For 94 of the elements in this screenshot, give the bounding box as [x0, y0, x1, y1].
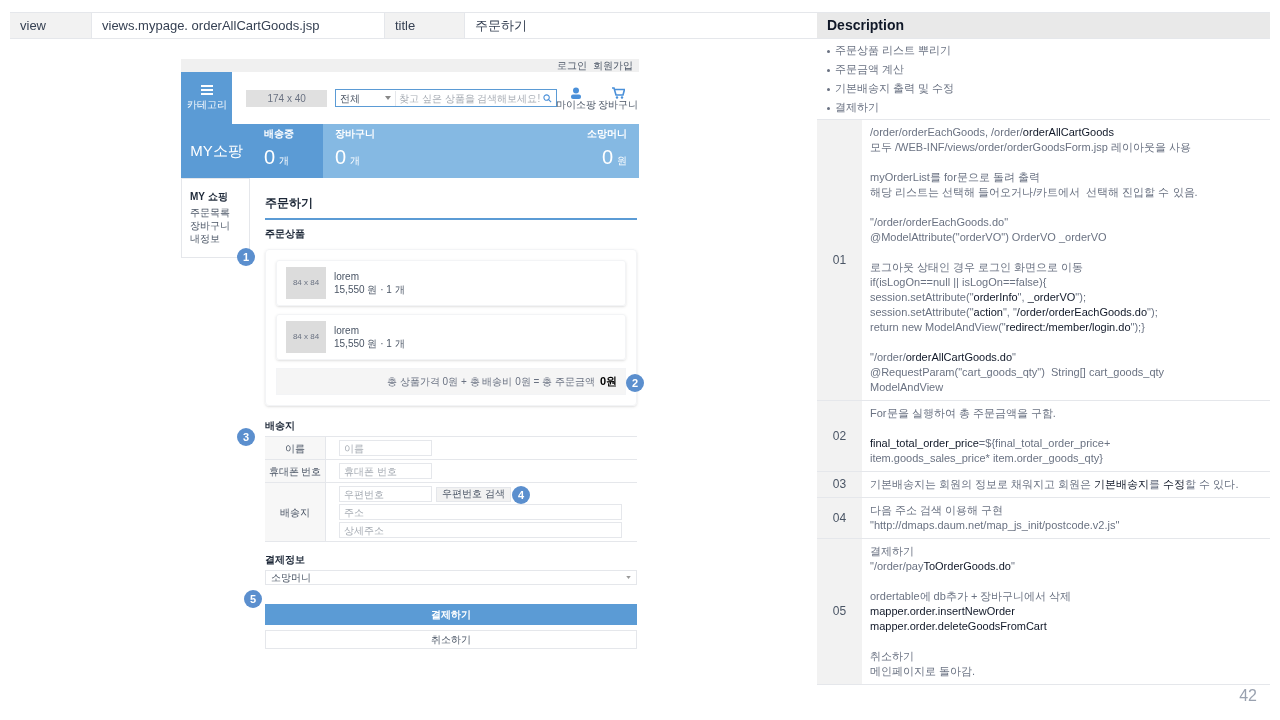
description-line: 기본배송지는 회원의 정보로 채워지고 회원은 기본배송지를 수정할 수 있다. — [870, 477, 1240, 492]
description-line: @RequestParam("cart_goods_qty") String[] cart_goods_qty — [870, 365, 1166, 380]
form-label: 이름 — [265, 437, 326, 459]
bullet-text: 주문금액 계산 — [835, 62, 905, 77]
header-icon-button[interactable]: 마이소팡 — [557, 86, 595, 110]
description-line: mapper.order.insertNewOrder — [870, 604, 1016, 619]
bullet-icon — [827, 69, 830, 72]
header-cell: title — [385, 13, 465, 38]
bullet-text: 주문상품 리스트 뿌리기 — [835, 43, 952, 58]
page-number: 42 — [1239, 686, 1257, 706]
step-marker: 5 — [244, 590, 262, 608]
description-line: 결제하기 — [870, 544, 915, 559]
section-heading: 배송지 — [265, 419, 296, 433]
step-marker: 3 — [237, 428, 255, 446]
description-line: item.goods_sales_price* item.order_goods_qty} — [870, 451, 1104, 466]
description-line: "http://dmaps.daum.net/map_js_init/postcode.v2.js" — [870, 518, 1121, 533]
description-line: 다음 주소 검색 이용해 구현 — [870, 503, 1005, 518]
banner-title: MY소팡 — [181, 124, 252, 178]
header-icon-button[interactable]: 장바구니 — [599, 86, 637, 110]
bullet-text: 기본배송지 출력 및 수정 — [835, 81, 955, 96]
sidebar-title: MY 쇼핑 — [190, 190, 229, 204]
banner-stat: 소망머니 0 원 — [394, 124, 639, 178]
description-line: 로그아웃 상태인 경우 로그인 화면으로 이동 — [870, 260, 1085, 275]
input-field[interactable]: 우편번호 — [339, 486, 432, 502]
header-cell: Description — [817, 13, 1270, 38]
search-icon — [543, 93, 552, 103]
placeholder-label: 84 x 84 — [292, 331, 320, 343]
header-cell-text: 주문하기 — [474, 16, 528, 35]
input-field[interactable]: 상세주소 — [339, 522, 622, 538]
category-select[interactable]: 전체 — [336, 90, 397, 106]
row-number: 05 — [817, 539, 862, 684]
description-line: 해당 리스트는 선택해 들어오거나/카트에서 선택해 진입할 수 있음. — [870, 185, 1199, 200]
form-label: 휴대폰 번호 — [265, 460, 326, 482]
description-line: @ModelAttribute("orderVO") OrderVO _orderVO — [870, 230, 1108, 245]
description-line: "/order/orderEachGoods.do" — [870, 215, 1010, 230]
sidebar-item[interactable]: 내정보 — [190, 233, 241, 245]
top-link[interactable]: 회원가입 — [593, 60, 633, 71]
payment-select[interactable]: 소망머니 — [265, 570, 637, 585]
section-heading: 주문상품 — [265, 227, 306, 241]
step-marker: 2 — [626, 374, 644, 392]
bullet-text: 결제하기 — [835, 100, 879, 115]
caret-icon — [385, 96, 392, 100]
row-number: 02 — [817, 401, 862, 471]
row-number: 04 — [817, 498, 862, 538]
search-field[interactable]: 전체 찾고 싶은 상품을 검색해보세요! — [335, 89, 557, 107]
description-line: if(isLogOn==null || isLogOn==false){ — [870, 275, 1048, 290]
summary-bar: 총 상품가격 0원 + 총 배송비 0원 = 총 주문금액 0원 — [276, 368, 626, 395]
bullet-icon — [827, 107, 830, 110]
description-line: session.setAttribute("orderInfo", _orderVO"); — [870, 290, 1087, 305]
description-line: /order/orderEachGoods, /order/orderAllCartGoods — [870, 125, 1115, 140]
description-line: 메인페이지로 돌아감. — [870, 664, 977, 679]
description-line: ordertable에 db추가 + 장바구니에서 삭제 — [870, 589, 1073, 604]
menu-icon — [200, 84, 213, 95]
cancel-button[interactable]: 취소하기 — [265, 630, 637, 649]
goods-name: lorem — [334, 325, 360, 336]
sidebar-item[interactable]: 장바구니 — [190, 220, 241, 232]
section-heading: 결제정보 — [265, 553, 305, 567]
placeholder-label: 84 x 84 — [292, 277, 320, 289]
description-line: For문을 실행하여 총 주문금액을 구함. — [870, 406, 1057, 421]
user-icon — [570, 86, 582, 99]
description-line: mapper.order.deleteGoodsFromCart — [870, 619, 1048, 634]
form-label: 배송지 — [265, 483, 326, 541]
caret-icon — [626, 576, 631, 579]
input-field[interactable]: 휴대폰 번호 — [339, 463, 432, 479]
search-input[interactable]: 찾고 싶은 상품을 검색해보세요! — [396, 90, 543, 106]
description-line: "/order/payToOrderGoods.do" — [870, 559, 1016, 574]
banner-stat: 배송중 0 개 — [252, 124, 323, 178]
description-line: ModelAndView — [870, 380, 945, 395]
postcode-search-button[interactable]: 우편번호 검색 — [436, 486, 511, 502]
bullet-icon — [827, 88, 830, 91]
goods-price: 15,550 원 · 1 개 — [334, 284, 405, 295]
page-heading: 주문하기 — [265, 194, 637, 220]
row-number: 01 — [817, 120, 862, 400]
banner-stat: 장바구니 0 개 — [323, 124, 394, 178]
bullet-icon — [827, 50, 830, 53]
step-marker: 1 — [237, 248, 255, 266]
description-line: myOrderList를 for문으로 돌려 출력 — [870, 170, 1041, 185]
sidebar-item[interactable]: 주문목록 — [190, 207, 241, 219]
placeholder-label: 174 x 40 — [267, 91, 306, 106]
goods-name: lorem — [334, 271, 360, 282]
header-cell: view — [10, 13, 92, 38]
top-link[interactable]: 로그인 — [557, 60, 587, 71]
description-line: 취소하기 — [870, 649, 915, 664]
step-marker: 4 — [512, 486, 530, 504]
row-number: 03 — [817, 472, 862, 497]
description-line: final_total_order_price=${final_total_order_price+ — [870, 436, 1112, 451]
goods-price: 15,550 원 · 1 개 — [334, 338, 405, 349]
description-line: "/order/orderAllCartGoods.do" — [870, 350, 1017, 365]
description-line: return new ModelAndView("redirect:/member/login.do");} — [870, 320, 1146, 335]
description-line: session.setAttribute("action", "/order/orderEachGoods.do"); — [870, 305, 1159, 320]
description-line: 모두 /WEB-INF/views/order/orderGoodsForm.jsp 레이아웃을 사용 — [870, 140, 1192, 155]
input-field[interactable]: 주소 — [339, 504, 622, 520]
cart-icon — [611, 86, 625, 99]
input-field[interactable]: 이름 — [339, 440, 432, 456]
